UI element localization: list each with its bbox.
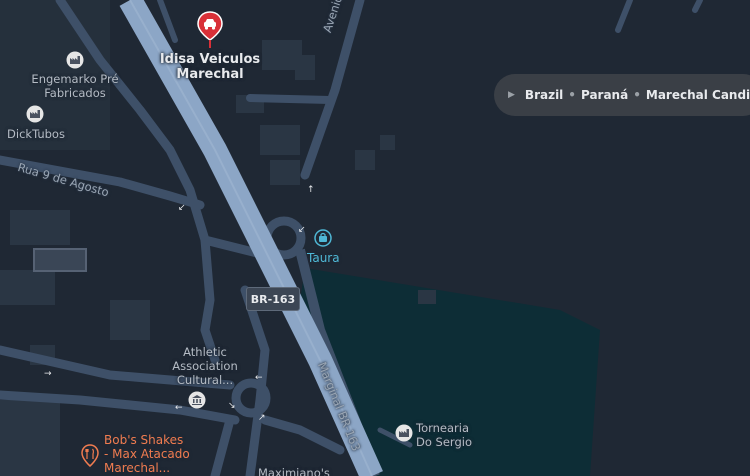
roundabout-south bbox=[231, 378, 271, 418]
bag-icon[interactable] bbox=[314, 229, 332, 251]
svg-text:←: ← bbox=[255, 373, 263, 383]
factory-icon[interactable] bbox=[66, 51, 84, 73]
maximiano-label[interactable]: Maximiano's bbox=[258, 466, 330, 476]
breadcrumb-separator: • bbox=[633, 88, 641, 102]
athletic-label[interactable]: Athletic Association Cultural... bbox=[160, 345, 250, 387]
svg-text:←: ← bbox=[175, 403, 183, 413]
tornearia-label[interactable]: Tornearia Do Sergio bbox=[416, 421, 472, 449]
taura-label[interactable]: Taura bbox=[307, 251, 340, 265]
idisa-pin[interactable] bbox=[196, 10, 224, 54]
location-breadcrumb[interactable]: ▶ Brazil • Paraná • Marechal Candido Ron… bbox=[494, 74, 750, 116]
svg-text:→: → bbox=[44, 369, 52, 379]
parking-lot bbox=[33, 248, 87, 272]
car-pin-icon[interactable] bbox=[196, 10, 224, 50]
restaurant-icon[interactable] bbox=[81, 444, 99, 472]
dicktubos-label[interactable]: DickTubos bbox=[4, 127, 68, 141]
triangle-right-icon[interactable]: ▶ bbox=[508, 90, 515, 100]
bobs-label[interactable]: Bob's Shakes - Max Atacado Marechal... bbox=[104, 433, 190, 475]
svg-text:↙: ↙ bbox=[178, 203, 186, 213]
factory-icon[interactable] bbox=[395, 424, 413, 446]
svg-text:↗: ↗ bbox=[258, 413, 266, 423]
svg-text:↙: ↙ bbox=[298, 225, 306, 235]
breadcrumb-city[interactable]: Marechal Candido Rondon bbox=[646, 88, 750, 102]
highway-shield[interactable]: BR-163 bbox=[246, 287, 300, 311]
breadcrumb-separator: • bbox=[568, 88, 576, 102]
factory-icon[interactable] bbox=[26, 105, 44, 127]
svg-text:↑: ↑ bbox=[307, 185, 315, 195]
idisa-label[interactable]: Idisa Veiculos Marechal bbox=[150, 52, 270, 82]
map-canvas[interactable]: ↙ ↑ ↙ → ← ← ↘ ↗ ▶ Brazil • Paraná • Mare… bbox=[0, 0, 750, 476]
engemarko-label[interactable]: Engemarko Pré Fabricados bbox=[20, 72, 130, 100]
breadcrumb-state[interactable]: Paraná bbox=[581, 88, 628, 102]
svg-text:↘: ↘ bbox=[228, 401, 236, 411]
breadcrumb-country[interactable]: Brazil bbox=[525, 88, 563, 102]
landmark-icon[interactable] bbox=[188, 391, 206, 413]
